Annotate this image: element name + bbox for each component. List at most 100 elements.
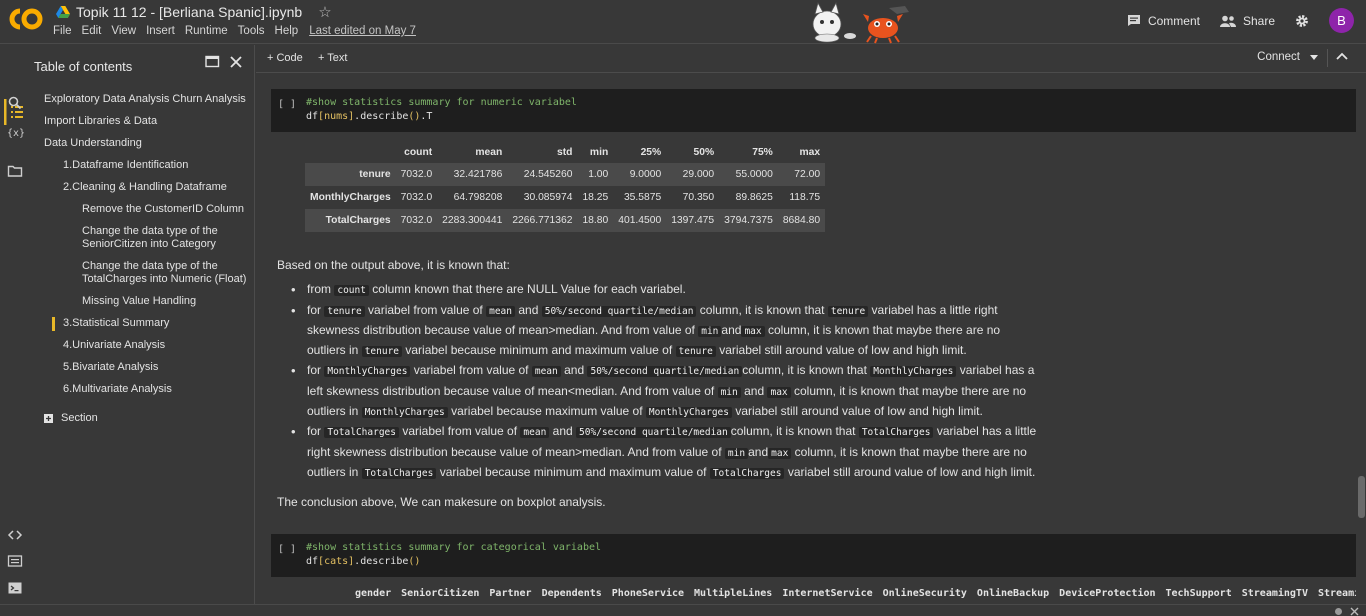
toc-title: Table of contents: [34, 59, 133, 74]
table-cell: 3794.7375: [724, 215, 773, 226]
table-row: MonthlyCharges 7032.0 64.798208 30.08597…: [305, 186, 825, 209]
table-cell: 401.4500: [618, 215, 662, 226]
toc-item-data-understanding[interactable]: Data Understanding: [44, 137, 142, 150]
intro-text: Based on the output above, it is known t…: [277, 258, 510, 272]
stats-output-table: count mean std min 25% 50% 75% max tenur…: [305, 142, 826, 232]
toc-item-statistical-summary[interactable]: 3.Statistical Summary: [63, 317, 169, 330]
comment-icon: [1127, 15, 1140, 26]
menu-insert[interactable]: Insert: [146, 25, 175, 37]
toc-item-remove-customerid[interactable]: Remove the CustomerID Column: [82, 203, 244, 216]
table-cell: 2283.300441: [442, 215, 503, 226]
close-icon[interactable]: [1350, 607, 1359, 616]
row-header: tenure: [359, 169, 391, 180]
column-header: DeviceProtection: [1059, 588, 1156, 599]
section-label: Section: [61, 412, 98, 424]
menu-help[interactable]: Help: [275, 25, 299, 37]
table-cell: 29.000: [682, 169, 715, 180]
table-cell: 1.00: [588, 169, 609, 180]
column-header: [305, 142, 396, 163]
chevron-up-icon[interactable]: [1334, 49, 1350, 65]
menu-edit[interactable]: Edit: [82, 25, 102, 37]
toc-item-totalcharges[interactable]: Change the data type of the TotalCharges…: [82, 260, 247, 286]
toc-item-bivariate[interactable]: 5.Bivariate Analysis: [63, 361, 158, 374]
column-header: StreamingMo: [1317, 588, 1356, 599]
toc-item-multivariate[interactable]: 6.Multivariate Analysis: [63, 383, 172, 396]
search-icon[interactable]: [7, 95, 23, 111]
variables-icon[interactable]: {x}: [7, 128, 25, 144]
colab-logo[interactable]: [9, 7, 43, 31]
add-text-button[interactable]: + Text: [318, 52, 347, 64]
toc-item-eda[interactable]: Exploratory Data Analysis Churn Analysis: [44, 93, 246, 106]
toc-item-seniorcitizen[interactable]: Change the data type of the SeniorCitize…: [82, 225, 242, 251]
table-row: TotalCharges 7032.0 2283.300441 2266.771…: [305, 209, 826, 232]
toc-item-missing-value[interactable]: Missing Value Handling: [82, 295, 196, 308]
files-folder-icon[interactable]: [7, 163, 23, 179]
star-icon[interactable]: ☆: [318, 3, 331, 21]
connect-button[interactable]: Connect: [1257, 51, 1318, 63]
run-cell-button[interactable]: [ ]: [278, 544, 296, 555]
column-header: 50%: [693, 147, 715, 158]
share-label: Share: [1242, 13, 1275, 28]
add-code-button[interactable]: + Code: [267, 52, 303, 64]
column-header: MultipleLines: [694, 588, 773, 599]
comment-button[interactable]: Comment: [1127, 14, 1200, 28]
settings-gear-icon[interactable]: [1295, 14, 1309, 28]
list-item: for tenure variabel from value of mean a…: [291, 301, 1037, 362]
table-cell: 35.5875: [623, 192, 662, 203]
account-avatar[interactable]: B: [1329, 8, 1354, 33]
notebook-title[interactable]: Topik 11 12 - [Berliana Spanic].ipynb: [76, 4, 302, 20]
code-line: df[cats].describe(): [306, 556, 421, 567]
toc-item-univariate[interactable]: 4.Univariate Analysis: [63, 339, 165, 352]
list-item: from count column known that there are N…: [291, 280, 1037, 300]
code-comment: #show statistics summary for categorical…: [306, 542, 602, 553]
close-icon[interactable]: [230, 55, 242, 68]
table-row: tenure 7032.0 32.421786 24.545260 1.00 9…: [305, 163, 826, 186]
table-cell: 24.545260: [523, 169, 573, 180]
terminal-icon[interactable]: [7, 580, 23, 596]
code-cell-numeric[interactable]: [ ] #show statistics summary for numeric…: [271, 89, 1356, 132]
open-in-tab-icon[interactable]: [205, 55, 220, 68]
code-snippets-icon[interactable]: [7, 527, 23, 543]
status-bar: [0, 604, 1366, 616]
share-button[interactable]: Share: [1219, 13, 1275, 28]
table-cell: 1397.475: [671, 215, 715, 226]
notebook-scrollbar[interactable]: [1358, 476, 1365, 518]
column-header: 75%: [752, 147, 773, 158]
table-cell: 7032.0: [400, 169, 433, 180]
menu-bar: File Edit View Insert Runtime Tools Help…: [53, 25, 416, 37]
table-cell: 18.25: [582, 192, 609, 203]
column-header: Partner: [489, 588, 532, 599]
add-section-button[interactable]: Section: [44, 412, 98, 425]
column-header: gender: [355, 588, 392, 599]
menu-view[interactable]: View: [111, 25, 136, 37]
menu-runtime[interactable]: Runtime: [185, 25, 228, 37]
toc-item-import[interactable]: Import Libraries & Data: [44, 115, 157, 128]
table-cell: 9.0000: [629, 169, 662, 180]
google-drive-icon: [56, 6, 70, 18]
run-cell-button[interactable]: [ ]: [278, 99, 296, 110]
menu-tools[interactable]: Tools: [238, 25, 265, 37]
column-header: SeniorCitizen: [401, 588, 480, 599]
command-palette-icon[interactable]: [7, 553, 23, 569]
row-header: TotalCharges: [325, 215, 391, 226]
status-indicator-dot: [1335, 608, 1342, 615]
toc-item-dataframe-identification[interactable]: 1.Dataframe Identification: [63, 159, 188, 172]
menu-file[interactable]: File: [53, 25, 72, 37]
table-cell: 70.350: [682, 192, 715, 203]
column-header: min: [589, 147, 609, 158]
table-cell: 118.75: [789, 192, 821, 203]
code-cell-categorical[interactable]: [ ] #show statistics summary for categor…: [271, 534, 1356, 577]
app-header: Topik 11 12 - [Berliana Spanic].ipynb ☆ …: [0, 0, 1366, 44]
column-header: InternetService: [782, 588, 873, 599]
categorical-table-header: gender SeniorCitizen Partner Dependents …: [355, 588, 1356, 599]
toc-item-cleaning[interactable]: 2.Cleaning & Handling Dataframe: [63, 181, 227, 194]
last-edited-link[interactable]: Last edited on May 7: [309, 25, 416, 37]
text-cell[interactable]: Based on the output above, it is known t…: [277, 256, 1057, 513]
column-header: count: [404, 147, 433, 158]
column-header: OnlineSecurity: [882, 588, 967, 599]
toc-active-indicator: [52, 317, 55, 331]
table-cell: 89.8625: [735, 192, 773, 203]
mascot-illustration: [812, 1, 909, 44]
row-header: MonthlyCharges: [310, 192, 391, 203]
column-header: Dependents: [541, 588, 602, 599]
